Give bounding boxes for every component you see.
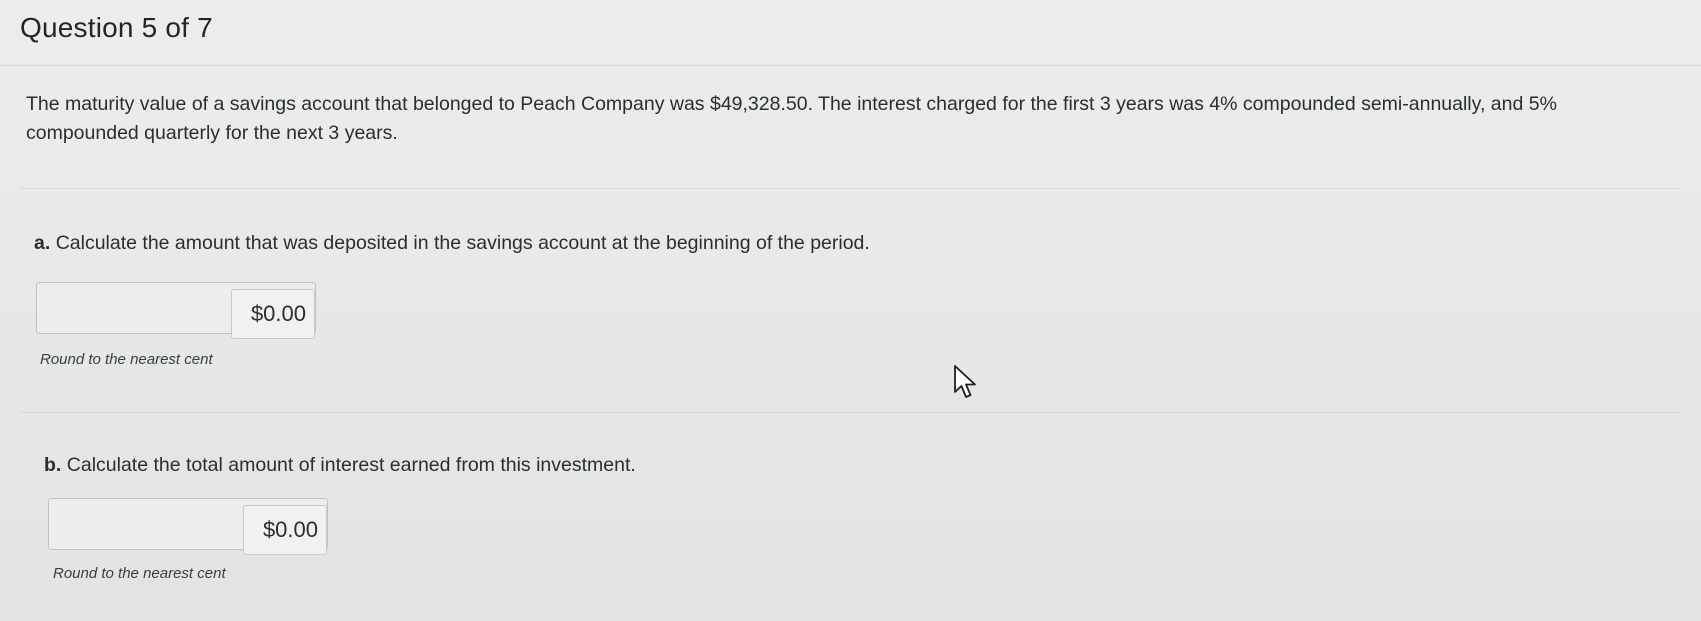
part-a-answer-box [36, 282, 316, 339]
divider [20, 188, 1680, 189]
part-b-letter: b. [44, 454, 62, 476]
part-b: b. Calculate the total amount of interes… [44, 452, 636, 478]
part-b-label: b. Calculate the total amount of interes… [44, 452, 636, 478]
part-b-answer-input[interactable] [243, 505, 327, 555]
question-prompt: The maturity value of a savings account … [26, 93, 1557, 144]
part-b-text: Calculate the total amount of interest e… [66, 454, 636, 476]
mouse-pointer-icon [954, 365, 976, 398]
part-a-label: a. Calculate the amount that was deposit… [34, 230, 870, 256]
part-a: a. Calculate the amount that was deposit… [34, 230, 870, 256]
divider [20, 412, 1680, 413]
question-title: Question 5 of 7 [20, 12, 213, 43]
part-a-answer-input[interactable] [231, 289, 315, 339]
part-b-answer-box [48, 498, 328, 555]
part-a-text: Calculate the amount that was deposited … [55, 232, 870, 254]
part-a-hint: Round to the nearest cent [40, 351, 213, 368]
part-a-letter: a. [34, 232, 51, 254]
part-b-hint: Round to the nearest cent [53, 565, 226, 582]
question-page: Question 5 of 7 The maturity value of a … [0, 0, 1701, 621]
question-header: Question 5 of 7 [0, 0, 1701, 66]
